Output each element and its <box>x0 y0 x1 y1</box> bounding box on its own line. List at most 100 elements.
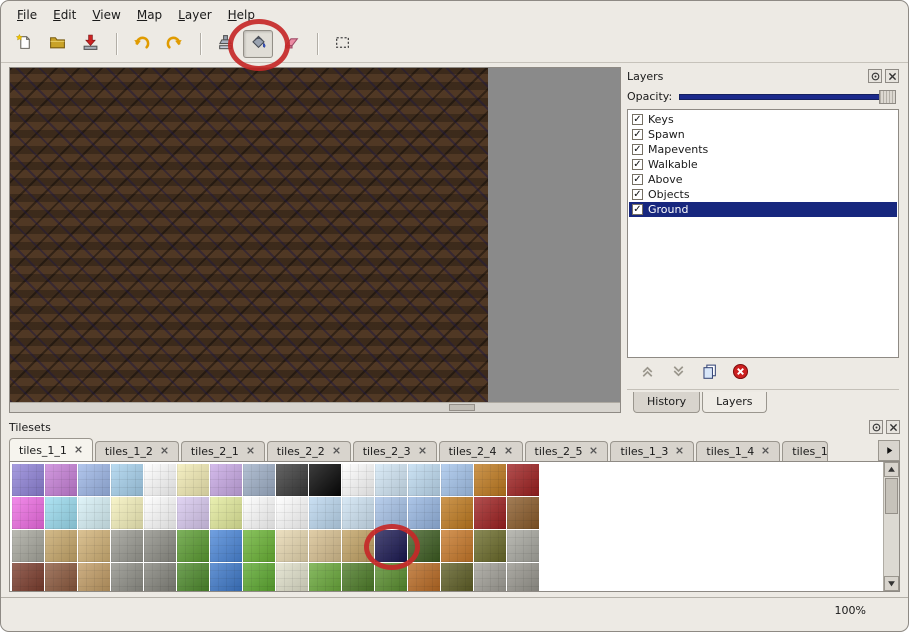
tile-swatch[interactable] <box>441 530 473 562</box>
redo-button[interactable] <box>159 30 189 58</box>
duplicate-layer-button[interactable] <box>699 364 719 382</box>
tile-swatch[interactable] <box>309 530 341 562</box>
tile-swatch[interactable] <box>45 497 77 529</box>
eraser-tool-button[interactable] <box>276 30 306 58</box>
tile-swatch[interactable] <box>408 563 440 592</box>
open-button[interactable] <box>42 30 72 58</box>
tab-close-icon[interactable] <box>589 445 598 458</box>
menu-file[interactable]: File <box>9 6 45 24</box>
tile-swatch[interactable] <box>144 497 176 529</box>
menu-layer[interactable]: Layer <box>170 6 219 24</box>
panel-float-button[interactable] <box>868 69 882 83</box>
tile-swatch[interactable] <box>408 530 440 562</box>
save-button[interactable] <box>75 30 105 58</box>
menu-help[interactable]: Help <box>220 6 263 24</box>
tile-swatch-circled[interactable] <box>375 530 407 562</box>
scrollbar-thumb[interactable] <box>449 404 475 411</box>
panel-close-button[interactable] <box>885 69 899 83</box>
tile-swatch[interactable] <box>342 563 374 592</box>
fill-tool-button[interactable] <box>243 30 273 58</box>
tile-swatch[interactable] <box>342 497 374 529</box>
tab-close-icon[interactable] <box>160 445 169 458</box>
panel-float-button[interactable] <box>869 420 883 434</box>
layer-visibility-checkbox[interactable]: ✓ <box>632 189 643 200</box>
tile-swatch[interactable] <box>177 464 209 496</box>
tile-swatch[interactable] <box>45 563 77 592</box>
tile-swatch[interactable] <box>507 530 539 562</box>
tab-close-icon[interactable] <box>761 445 770 458</box>
layer-visibility-checkbox[interactable]: ✓ <box>632 144 643 155</box>
layer-visibility-checkbox[interactable]: ✓ <box>632 204 643 215</box>
tab-close-icon[interactable] <box>675 445 684 458</box>
layer-row[interactable]: ✓Above <box>629 172 897 187</box>
menu-edit[interactable]: Edit <box>45 6 84 24</box>
tile-swatch[interactable] <box>507 464 539 496</box>
tile-swatch[interactable] <box>210 464 242 496</box>
tile-swatch[interactable] <box>12 530 44 562</box>
tile-swatch[interactable] <box>342 530 374 562</box>
tile-swatch[interactable] <box>243 563 275 592</box>
tile-swatch[interactable] <box>309 563 341 592</box>
tile-swatch[interactable] <box>243 464 275 496</box>
tile-swatch[interactable] <box>342 464 374 496</box>
layer-row[interactable]: ✓Mapevents <box>629 142 897 157</box>
tile-swatch[interactable] <box>474 497 506 529</box>
tile-swatch[interactable] <box>441 464 473 496</box>
map-horizontal-scrollbar[interactable] <box>10 402 620 412</box>
scrollbar-thumb[interactable] <box>885 478 898 514</box>
tileset-tab-tiles_2_5[interactable]: tiles_2_5 <box>525 441 609 461</box>
tile-swatch[interactable] <box>276 563 308 592</box>
tileset-tab-tiles_1[interactable]: tiles_1_ <box>782 441 828 461</box>
tileset-tab-tiles_1_2[interactable]: tiles_1_2 <box>95 441 179 461</box>
tile-swatch[interactable] <box>210 497 242 529</box>
tile-swatch[interactable] <box>12 497 44 529</box>
tile-swatch[interactable] <box>474 563 506 592</box>
layer-visibility-checkbox[interactable]: ✓ <box>632 174 643 185</box>
tile-swatch[interactable] <box>144 464 176 496</box>
layer-row[interactable]: ✓Spawn <box>629 127 897 142</box>
tile-swatch[interactable] <box>177 497 209 529</box>
map-canvas[interactable] <box>10 68 488 402</box>
tile-swatch[interactable] <box>45 530 77 562</box>
tile-swatch[interactable] <box>507 563 539 592</box>
layer-row[interactable]: ✓Keys <box>629 112 897 127</box>
tile-swatch[interactable] <box>111 563 143 592</box>
tile-swatch[interactable] <box>177 563 209 592</box>
tileset-tab-tiles_1_1[interactable]: tiles_1_1 <box>9 438 93 461</box>
tile-swatch[interactable] <box>45 464 77 496</box>
layer-row[interactable]: ✓Walkable <box>629 157 897 172</box>
select-tool-button[interactable] <box>327 30 357 58</box>
layer-visibility-checkbox[interactable]: ✓ <box>632 159 643 170</box>
tileset-tab-tiles_2_1[interactable]: tiles_2_1 <box>181 441 265 461</box>
tileset-vertical-scrollbar[interactable] <box>883 462 899 591</box>
tile-swatch[interactable] <box>276 530 308 562</box>
tab-close-icon[interactable] <box>504 445 513 458</box>
scroll-down-button[interactable] <box>884 576 899 591</box>
delete-layer-button[interactable] <box>730 364 750 382</box>
tile-swatch[interactable] <box>441 563 473 592</box>
tileset-tab-tiles_2_3[interactable]: tiles_2_3 <box>353 441 437 461</box>
tile-swatch[interactable] <box>111 497 143 529</box>
tile-swatch[interactable] <box>78 464 110 496</box>
tile-swatch[interactable] <box>12 464 44 496</box>
tileset-tab-tiles_2_2[interactable]: tiles_2_2 <box>267 441 351 461</box>
lower-layer-button[interactable] <box>668 364 688 382</box>
menu-map[interactable]: Map <box>129 6 170 24</box>
panel-close-button[interactable] <box>886 420 900 434</box>
tab-close-icon[interactable] <box>332 445 341 458</box>
tile-swatch[interactable] <box>507 497 539 529</box>
tile-swatch[interactable] <box>78 563 110 592</box>
tab-close-icon[interactable] <box>74 444 83 457</box>
tileset-tab-tiles_2_4[interactable]: tiles_2_4 <box>439 441 523 461</box>
tile-swatch[interactable] <box>375 497 407 529</box>
tile-swatch[interactable] <box>177 530 209 562</box>
tile-swatch[interactable] <box>276 497 308 529</box>
opacity-slider-handle[interactable] <box>879 90 896 104</box>
raise-layer-button[interactable] <box>637 364 657 382</box>
tab-history[interactable]: History <box>633 392 700 413</box>
menu-view[interactable]: View <box>84 6 128 24</box>
tile-swatch[interactable] <box>12 563 44 592</box>
tab-scroll-right-button[interactable] <box>878 440 900 461</box>
tile-swatch[interactable] <box>309 464 341 496</box>
tile-swatch[interactable] <box>243 497 275 529</box>
